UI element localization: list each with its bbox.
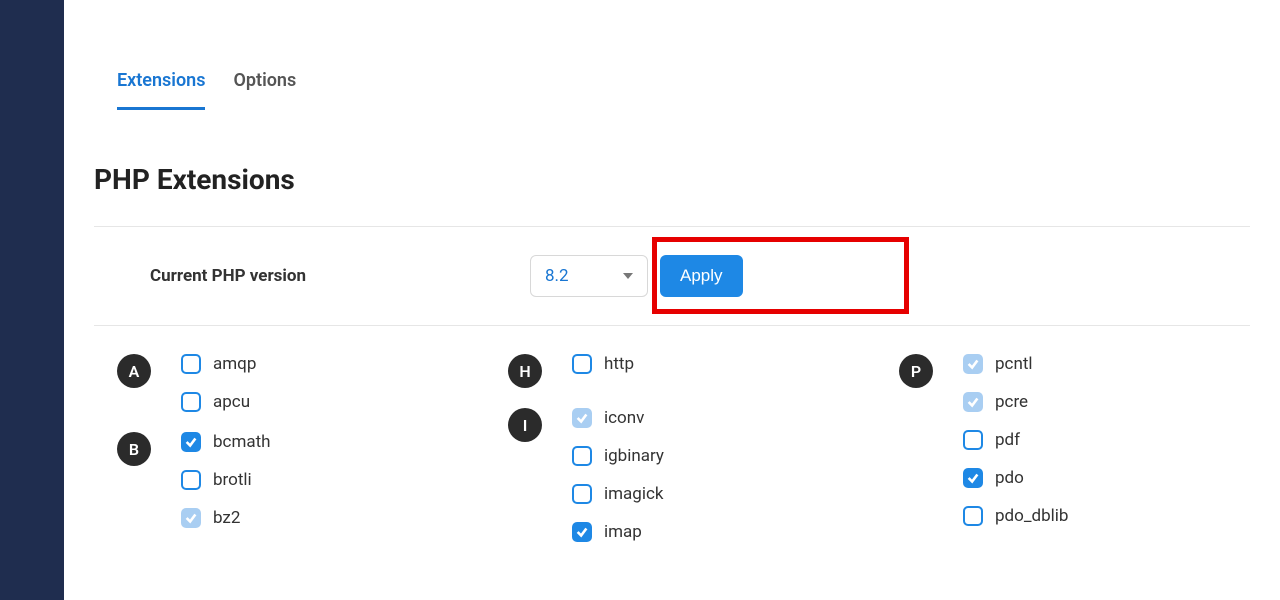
page-title: PHP Extensions [94,163,1250,196]
checkbox-locked-icon [963,354,983,374]
checkbox-unchecked-icon [572,484,592,504]
checkbox-locked-icon [572,408,592,428]
ext-brotli[interactable]: brotli [181,470,271,490]
checkbox-checked-icon [181,432,201,452]
checkbox-unchecked-icon [572,354,592,374]
column-1: A amqp apcu B bcmath [117,354,468,552]
ext-label: bcmath [213,432,271,452]
column-2: H http I iconv igbin [508,354,859,552]
ext-label: amqp [213,354,256,374]
checkbox-unchecked-icon [572,446,592,466]
ext-label: imagick [604,484,663,504]
ext-label: pdo [995,468,1024,488]
letter-i-badge: I [508,408,542,442]
ext-label: bz2 [213,508,240,528]
checkbox-unchecked-icon [181,354,201,374]
version-label: Current PHP version [150,266,530,286]
tab-extensions[interactable]: Extensions [117,70,205,110]
ext-igbinary[interactable]: igbinary [572,446,664,466]
version-row: Current PHP version 8.2 Apply [94,227,1250,325]
ext-imap[interactable]: imap [572,522,664,542]
ext-amqp[interactable]: amqp [181,354,256,374]
apply-button[interactable]: Apply [660,255,743,297]
ext-bcmath[interactable]: bcmath [181,432,271,452]
tab-options[interactable]: Options [233,70,296,110]
letter-p-badge: P [899,354,933,388]
checkbox-unchecked-icon [181,470,201,490]
ext-pdo-dblib[interactable]: pdo_dblib [963,506,1068,526]
ext-pdo[interactable]: pdo [963,468,1068,488]
checkbox-unchecked-icon [181,392,201,412]
ext-label: igbinary [604,446,664,466]
ext-label: pdf [995,430,1020,450]
ext-bz2[interactable]: bz2 [181,508,271,528]
php-version-value: 8.2 [545,266,569,286]
php-version-dropdown[interactable]: 8.2 [530,255,648,297]
ext-iconv[interactable]: iconv [572,408,664,428]
ext-label: apcu [213,392,250,412]
checkbox-unchecked-icon [963,430,983,450]
column-3: P pcntl pcre pdf [899,354,1250,552]
ext-label: pcre [995,392,1028,412]
ext-pcre[interactable]: pcre [963,392,1068,412]
letter-a-badge: A [117,354,151,388]
checkbox-checked-icon [963,468,983,488]
ext-label: brotli [213,470,252,490]
ext-label: iconv [604,408,644,428]
ext-apcu[interactable]: apcu [181,392,256,412]
ext-pdf[interactable]: pdf [963,430,1068,450]
tabs: Extensions Options [94,70,1250,111]
checkbox-unchecked-icon [963,506,983,526]
ext-http[interactable]: http [572,354,634,374]
ext-label: pdo_dblib [995,506,1068,526]
main-content: Extensions Options PHP Extensions Curren… [64,0,1280,600]
letter-b-badge: B [117,432,151,466]
sidebar [0,0,64,600]
checkbox-locked-icon [181,508,201,528]
version-controls: 8.2 Apply [530,255,743,297]
ext-pcntl[interactable]: pcntl [963,354,1068,374]
ext-label: imap [604,522,642,542]
ext-label: http [604,354,634,374]
ext-imagick[interactable]: imagick [572,484,664,504]
extensions-columns: A amqp apcu B bcmath [94,326,1250,552]
checkbox-locked-icon [963,392,983,412]
chevron-down-icon [623,273,633,279]
checkbox-checked-icon [572,522,592,542]
letter-h-badge: H [508,354,542,388]
ext-label: pcntl [995,354,1033,374]
